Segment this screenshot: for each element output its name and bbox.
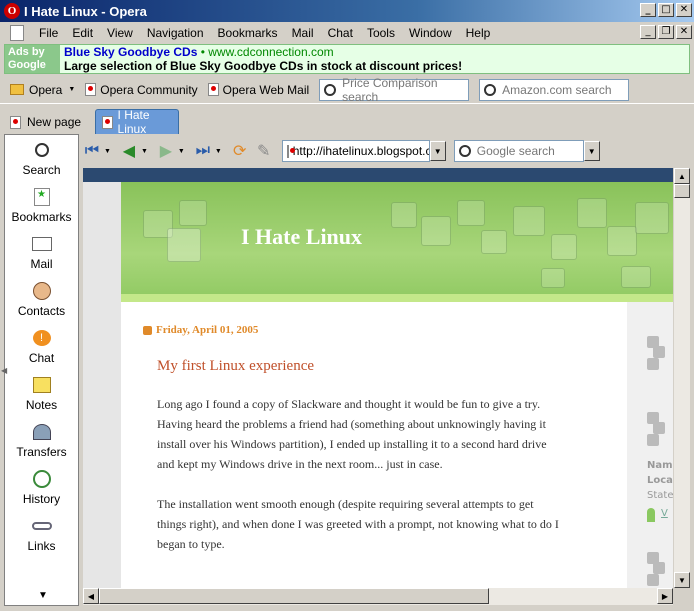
price-comparison-search-input[interactable]: Price Comparison search [319,76,470,104]
doc-minimize-button[interactable]: _ [640,25,656,39]
address-field[interactable]: http://ihatelinux.blogspot.com [281,140,430,162]
scroll-left-button[interactable]: ◀ [83,588,99,604]
menu-chat[interactable]: Chat [321,26,360,40]
web-page-viewport: I Hate Linux Friday, April 01, 2005 My f… [83,168,673,588]
new-page-button[interactable]: New page [10,110,81,134]
menu-tools[interactable]: Tools [360,26,402,40]
menu-view[interactable]: View [100,26,140,40]
opera-web-mail-link[interactable]: Opera Web Mail [207,83,309,97]
mail-icon [31,234,53,254]
bookmark-icon [85,83,97,96]
post-date: Friday, April 01, 2005 [143,324,258,336]
vertical-scrollbar[interactable]: ▲ ▼ [673,168,690,588]
close-button[interactable]: ✕ [676,3,692,17]
search-icon [324,83,337,96]
panel-search[interactable]: Search [5,135,78,182]
transfers-icon [31,422,53,442]
minimize-button[interactable]: _ [640,3,656,17]
menu-bar: File Edit View Navigation Bookmarks Mail… [0,22,694,44]
date-bullet-icon [143,325,152,335]
panel-notes[interactable]: Notes [5,370,78,417]
vertical-scroll-thumb[interactable] [674,184,690,198]
history-icon [31,469,53,489]
address-dropdown-button[interactable]: ▼ [429,141,446,161]
bookmarks-icon: ★ [31,187,53,207]
page-icon [102,115,113,129]
blog-header [121,182,673,302]
amazon-search-input[interactable]: Amazon.com search [479,78,630,101]
ad-banner[interactable]: Ads by Google Blue Sky Goodbye CDs • www… [4,44,690,74]
bookmark-icon [207,83,219,96]
panel-scroll-down-icon[interactable]: ▼ [38,590,48,601]
window-controls: _ □ ✕ [640,3,692,17]
blogger-navbar[interactable] [83,168,673,182]
panel-transfers[interactable]: Transfers [5,417,78,464]
page-icon [286,144,295,158]
navigation-toolbar: ⏮ ▼ ◀ ▼ ▶ ▼ ⏭ ▼ ⟳ ✎ http://ihatelinux.blogsp… [80,136,692,166]
search-engine-dropdown-button[interactable]: ▼ [583,141,600,161]
ad-title-link[interactable]: Blue Sky Goodbye CDs [64,45,197,59]
opera-folder-button[interactable]: Opera ▼ [10,83,75,97]
menu-navigation[interactable]: Navigation [140,26,211,40]
rewind-icon[interactable]: ⏮ [80,141,104,161]
new-page-icon [10,115,21,129]
forward-icon[interactable]: ▶ [154,141,178,161]
blog-title[interactable]: I Hate Linux [241,224,362,250]
profile-icon [647,508,655,522]
doc-close-button[interactable]: ✕ [676,25,692,39]
view-profile-link[interactable]: V [661,508,668,519]
back-icon[interactable]: ◀ [117,141,141,161]
folder-icon [10,84,24,95]
horizontal-scroll-thumb[interactable] [99,588,489,604]
blog-sidebar: Nam Loca State V [627,302,673,588]
ad-description: Large selection of Blue Sky Goodbye CDs … [64,59,463,73]
menu-window[interactable]: Window [402,26,459,40]
chat-icon: ! [31,328,53,348]
maximize-button[interactable]: □ [658,3,674,17]
edit-icon[interactable]: ✎ [252,141,276,161]
menu-mail[interactable]: Mail [285,26,321,40]
opera-community-link[interactable]: Opera Community [85,83,198,97]
menu-file[interactable]: File [32,26,65,40]
panel-mail[interactable]: Mail [5,229,78,276]
horizontal-scrollbar[interactable]: ◀ ▶ [83,588,673,605]
opera-logo-icon: O [4,3,20,19]
panel-sidebar: Search ★ Bookmarks Mail Contacts ! Chat … [4,134,79,606]
panel-history[interactable]: History [5,464,78,511]
post-title[interactable]: My first Linux experience [157,358,314,375]
menu-bookmarks[interactable]: Bookmarks [211,26,285,40]
title-bar: O I Hate Linux - Opera _ □ ✕ [0,0,694,22]
document-window-controls: _ ❐ ✕ [640,25,692,39]
search-icon [458,145,471,157]
post-paragraph-1: Long ago I found a copy of Slackware and… [157,397,547,471]
google-search-input[interactable]: Google search [453,140,584,162]
ads-by-google-label: Ads by Google [5,45,60,73]
search-icon [31,140,53,160]
panel-links[interactable]: Links [5,511,78,558]
panel-toggle-icon[interactable]: ◀ [1,366,7,375]
contacts-icon [31,281,53,301]
links-icon [31,516,53,536]
panel-bookmarks[interactable]: ★ Bookmarks [5,182,78,229]
scroll-right-button[interactable]: ▶ [657,588,673,604]
post-paragraph-2: The installation went smooth enough (des… [157,497,559,551]
fast-forward-icon[interactable]: ⏭ [191,141,215,161]
panel-chat[interactable]: ! Chat [5,323,78,370]
panel-contacts[interactable]: Contacts [5,276,78,323]
personal-bar: Opera ▼ Opera Community Opera Web Mail P… [0,76,694,104]
reload-icon[interactable]: ⟳ [228,141,252,161]
tab-bar: New page I Hate Linux [0,106,694,136]
notes-icon [31,375,53,395]
ad-url[interactable]: www.cdconnection.com [208,45,333,59]
scroll-up-button[interactable]: ▲ [674,168,690,184]
scroll-down-button[interactable]: ▼ [674,572,690,588]
document-icon[interactable] [10,25,24,41]
menu-edit[interactable]: Edit [65,26,100,40]
doc-restore-button[interactable]: ❐ [658,25,674,39]
search-icon [484,83,497,96]
scroll-corner [673,588,690,605]
tab-i-hate-linux[interactable]: I Hate Linux [95,108,180,136]
window-title: I Hate Linux - Opera [24,3,147,19]
menu-help[interactable]: Help [459,26,498,40]
